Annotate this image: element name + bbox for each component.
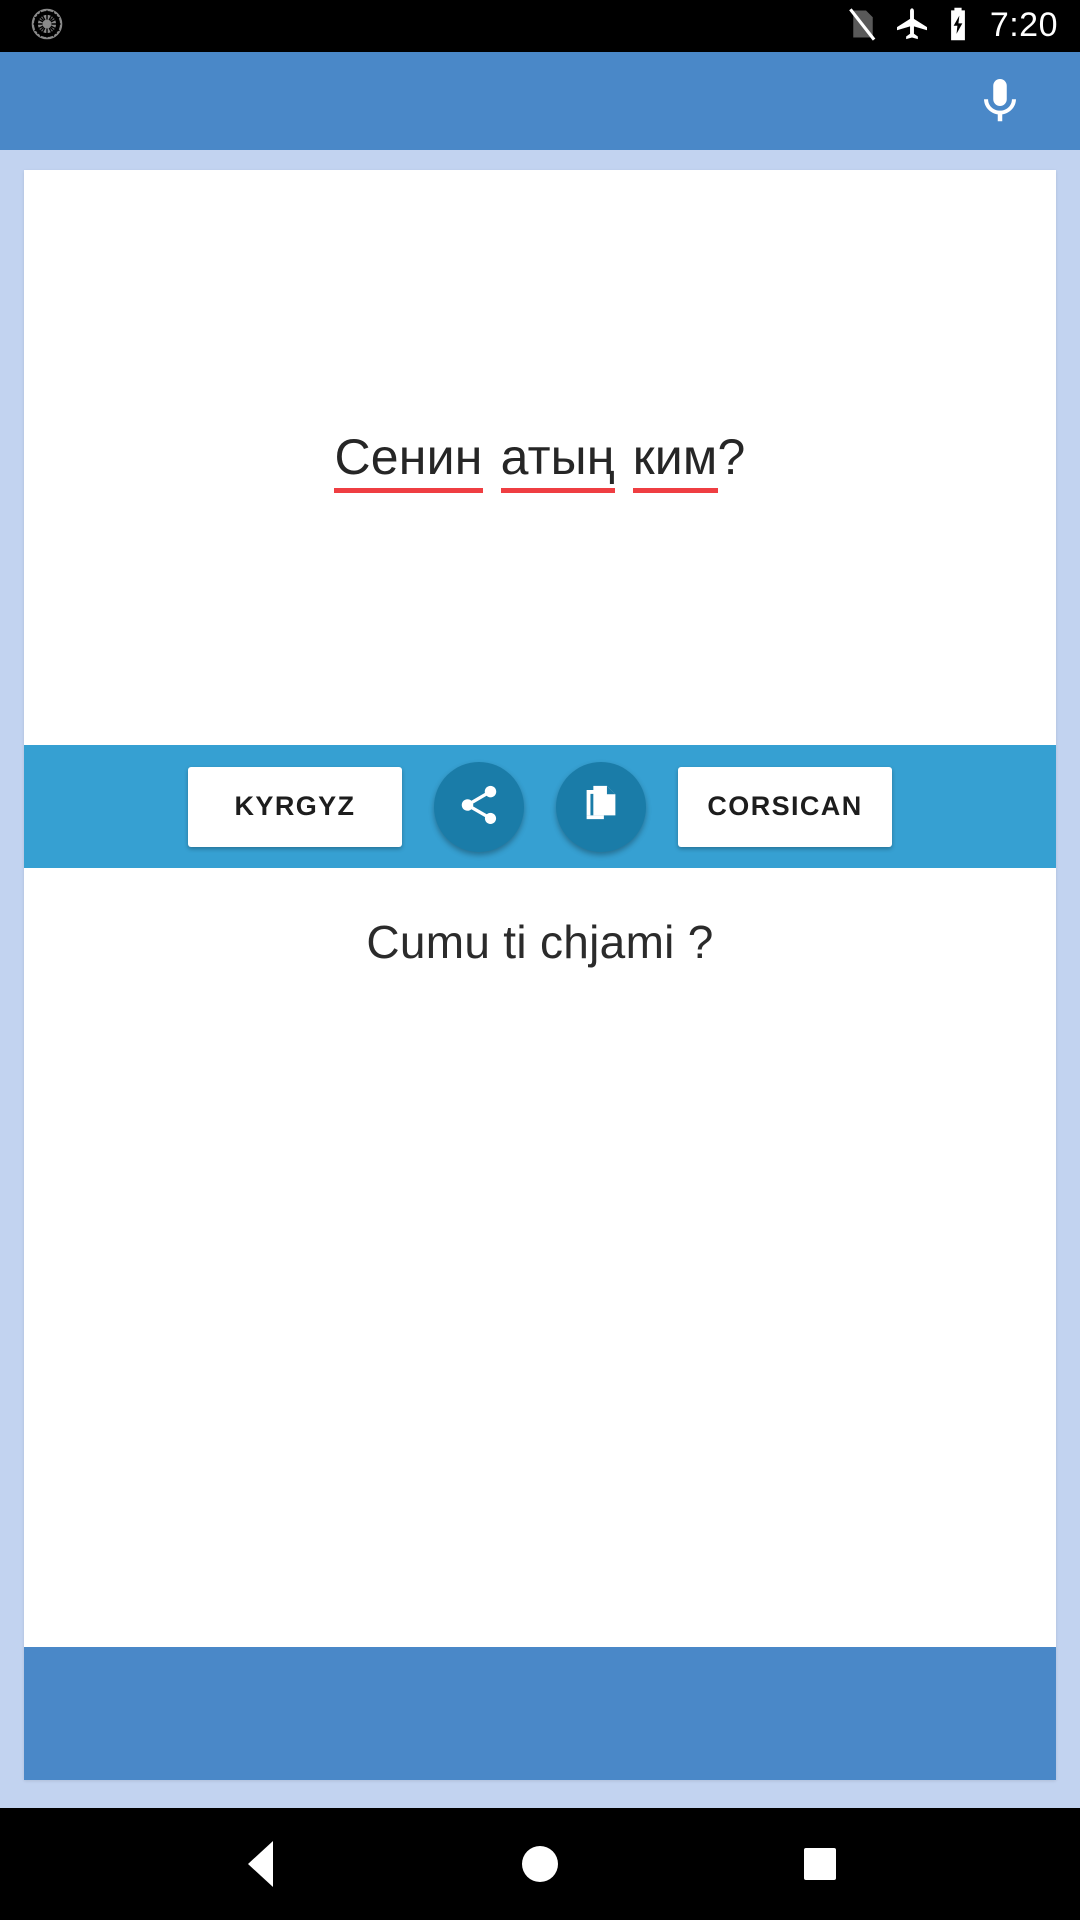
ad-banner[interactable]: [24, 1647, 1056, 1780]
app-notification-icon: [30, 7, 64, 46]
airplane-mode-icon: [894, 6, 930, 47]
microphone-icon[interactable]: [964, 65, 1036, 137]
status-bar-system-icons: 7:20: [845, 6, 1058, 47]
battery-charging-icon: [946, 6, 970, 47]
source-text[interactable]: Сенин атың ким?: [334, 426, 746, 494]
back-triangle-icon: [247, 1841, 273, 1887]
share-icon: [456, 782, 502, 831]
source-text-pane[interactable]: Сенин атың ким?: [24, 170, 1056, 745]
no-sim-icon: [845, 6, 878, 47]
source-word: ким: [632, 429, 718, 494]
translation-card: Сенин атың ким? KYRGYZ CORSICAN Cumu ti …: [24, 170, 1056, 1780]
source-punctuation: ?: [717, 429, 746, 486]
recents-button[interactable]: [760, 1808, 880, 1920]
status-bar: 7:20: [0, 0, 1080, 52]
target-language-label: CORSICAN: [707, 791, 863, 821]
source-language-label: KYRGYZ: [234, 791, 356, 821]
source-word: атың: [500, 429, 615, 494]
target-language-button[interactable]: CORSICAN: [678, 766, 892, 847]
navigation-bar: [0, 1808, 1080, 1920]
back-button[interactable]: [200, 1808, 320, 1920]
source-word: Сенин: [334, 429, 483, 494]
home-button[interactable]: [480, 1808, 600, 1920]
recents-square-icon: [804, 1848, 836, 1880]
status-bar-clock: 7:20: [989, 5, 1058, 44]
share-button[interactable]: [434, 761, 524, 852]
phone-screen: 7:20 Сенин атың ким? KYRGYZ CORSICAN Cum…: [0, 0, 1080, 1920]
copy-button[interactable]: [556, 761, 646, 852]
target-text-pane[interactable]: Cumu ti chjami ?: [24, 868, 1056, 1647]
translation-toolbar: KYRGYZ CORSICAN: [24, 745, 1056, 868]
target-text: Cumu ti chjami ?: [366, 916, 714, 968]
main-content: Сенин атың ким? KYRGYZ CORSICAN Cumu ti …: [0, 150, 1080, 1808]
source-language-button[interactable]: KYRGYZ: [188, 766, 402, 847]
home-circle-icon: [522, 1846, 558, 1882]
app-bar: [0, 52, 1080, 150]
copy-icon: [578, 782, 624, 831]
status-bar-notifications: [30, 7, 64, 46]
